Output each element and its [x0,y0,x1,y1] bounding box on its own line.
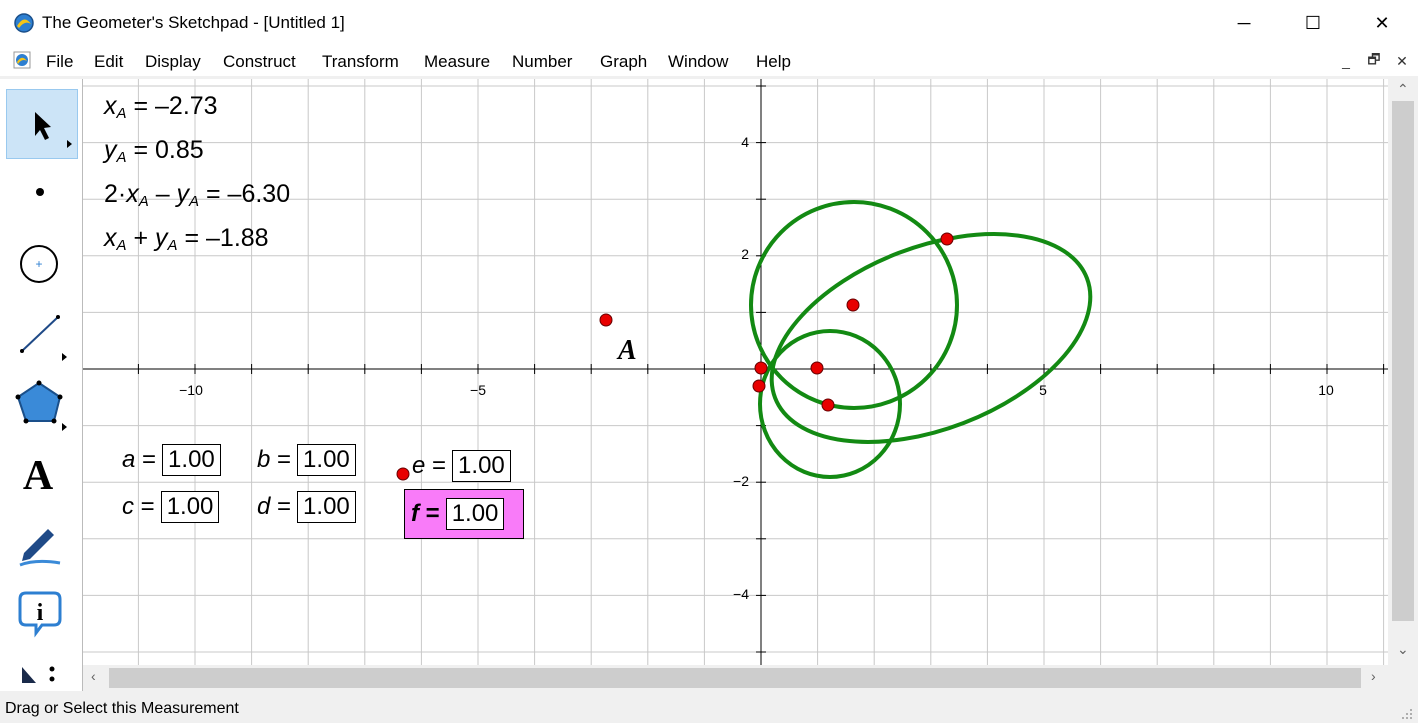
compass-tool[interactable]: + [6,229,76,297]
doc-close-button[interactable]: ✕ [1390,50,1414,72]
parameter-f[interactable]: f = 1.00 [411,498,505,530]
document-icon[interactable] [13,51,31,69]
marker-icon [19,529,61,567]
doc-restore-button[interactable]: 🗗 [1362,50,1386,72]
window-title: The Geometer's Sketchpad - [Untitled 1] [42,13,345,32]
calculation-xa-plus-ya[interactable]: xA + yA = –1.88 [104,224,269,254]
menu-construct[interactable]: Construct [223,52,296,72]
calculation-2xa-minus-ya[interactable]: 2·xA – yA = –6.30 [104,180,290,210]
y-tick-label: −4 [733,586,749,602]
point-tool[interactable] [6,159,76,227]
menu-window[interactable]: Window [668,52,728,72]
point-a[interactable] [599,313,613,327]
text-tool[interactable]: A [6,439,76,507]
y-tick-label: 4 [741,134,749,150]
doc-minimize-button[interactable]: _ [1334,50,1358,72]
x-tick-label: 5 [1039,382,1047,398]
custom-tools-icon [22,666,55,683]
parameter-f-value[interactable]: 1.00 [445,498,505,530]
x-tick-label: 10 [1318,382,1334,398]
scroll-up-icon[interactable]: ⌃ [1397,81,1409,98]
vertical-scrollbar[interactable]: ⌃ ⌄ [1389,79,1418,665]
scroll-left-icon[interactable]: ‹ [91,668,96,684]
custom-tools[interactable] [6,649,76,689]
straightedge-tool[interactable] [6,299,76,367]
sketchpad-app-icon [14,13,34,33]
svg-text:i: i [37,600,44,626]
info-icon: i [18,591,62,638]
point-a-label[interactable]: A [616,335,637,366]
parameter-a[interactable]: a = 1.00 [122,444,221,476]
minimize-button[interactable]: ─ [1215,0,1273,46]
parameter-e-value[interactable]: 1.00 [452,450,511,482]
maximize-button[interactable]: ☐ [1284,0,1342,46]
compass-icon: + [20,245,58,283]
svg-text:+: + [35,257,42,271]
point[interactable] [752,379,766,393]
horizontal-scroll-thumb[interactable] [109,668,1361,688]
parameter-d[interactable]: d = 1.00 [257,491,356,523]
x-tick-label: −5 [470,382,486,398]
sketch-canvas[interactable]: −10 −5 5 10 4 2 −2 −4 A [83,79,1388,665]
menu-file[interactable]: File [46,52,73,72]
segment-icon [20,315,67,361]
parameter-c-value[interactable]: 1.00 [160,491,220,523]
point[interactable] [810,361,824,375]
x-tick-label: −10 [179,382,203,398]
menu-graph[interactable]: Graph [600,52,647,72]
parameter-b[interactable]: b = 1.00 [257,444,356,476]
svg-text:A: A [23,453,54,499]
scroll-down-icon[interactable]: ⌄ [1397,641,1409,658]
polygon-icon [15,380,67,431]
point[interactable] [940,232,954,246]
parameter-e[interactable]: e = 1.00 [412,450,511,482]
title-bar: The Geometer's Sketchpad - [Untitled 1] … [0,0,1418,46]
point[interactable] [846,298,860,312]
horizontal-scrollbar[interactable]: ‹ › [83,665,1389,691]
resize-grip-icon[interactable] [1400,707,1414,721]
y-tick-label: −2 [733,473,749,489]
parameter-c[interactable]: c = 1.00 [122,491,220,523]
scroll-right-icon[interactable]: › [1371,668,1376,684]
point-icon [36,188,44,196]
parameter-a-value[interactable]: 1.00 [162,444,221,476]
status-bar: Drag or Select this Measurement [0,695,1418,723]
status-text: Drag or Select this Measurement [5,700,239,717]
menu-measure[interactable]: Measure [424,52,490,72]
grid-lines [83,79,1388,665]
y-tick-label: 2 [741,246,749,262]
arrow-icon [35,112,72,148]
menu-transform[interactable]: Transform [322,52,399,72]
parameter-b-value[interactable]: 1.00 [297,444,356,476]
parameter-f-selected[interactable]: f = 1.00 [404,489,524,539]
toolbox: + A i [0,79,83,691]
point[interactable] [821,398,835,412]
polygon-tool[interactable] [6,369,76,437]
arrow-select-tool[interactable] [6,89,78,159]
menu-bar: File Edit Display Construct Transform Me… [0,46,1418,76]
menu-display[interactable]: Display [145,52,201,72]
marker-tool[interactable] [6,509,76,577]
menu-help[interactable]: Help [756,52,791,72]
menu-edit[interactable]: Edit [94,52,123,72]
text-icon: A [23,453,54,499]
measurement-xa[interactable]: xA = –2.73 [104,92,218,122]
measurement-ya[interactable]: yA = 0.85 [104,136,204,166]
point[interactable] [396,467,410,481]
close-button[interactable]: ✕ [1353,0,1411,46]
point[interactable] [754,361,768,375]
coordinate-grid[interactable]: −10 −5 5 10 4 2 −2 −4 A [83,79,1388,665]
vertical-scroll-thumb[interactable] [1392,101,1414,621]
menu-number[interactable]: Number [512,52,572,72]
parameter-d-value[interactable]: 1.00 [297,491,356,523]
information-tool[interactable]: i [6,579,76,647]
